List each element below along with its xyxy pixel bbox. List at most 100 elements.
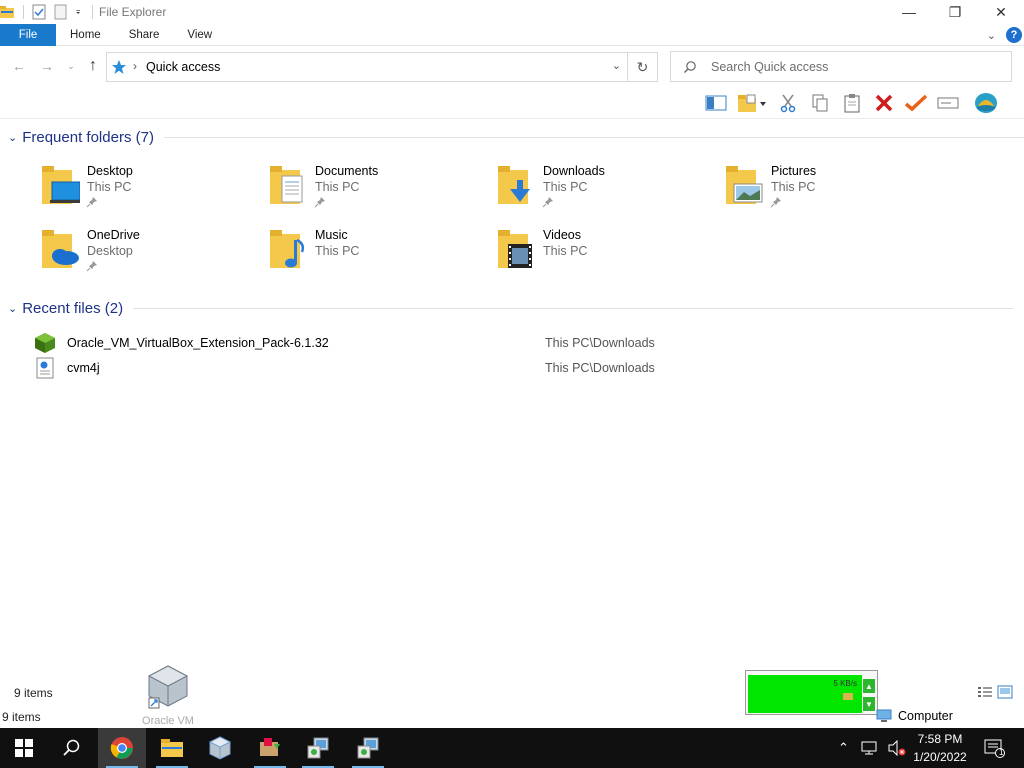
taskbar-setup-app-1[interactable] [294, 728, 342, 768]
folder-tile-videos[interactable]: Videos This PC [496, 226, 706, 282]
preview-pane-icon [705, 95, 727, 111]
collapse-chevron-icon[interactable]: ⌄ [8, 131, 17, 144]
taskbar-installer-app[interactable] [246, 728, 294, 768]
select-checkmark-button[interactable] [900, 88, 932, 118]
recent-files-header[interactable]: ⌄ Recent files (2) [8, 300, 1014, 317]
up-button[interactable]: ↑ [84, 57, 102, 75]
tab-home[interactable]: Home [56, 24, 115, 46]
toolbar-divider [0, 118, 1024, 119]
details-view-icon[interactable] [977, 685, 993, 699]
copy-button[interactable] [804, 88, 836, 118]
properties-icon[interactable] [31, 4, 47, 20]
folder-tile-pictures[interactable]: Pictures This PC [724, 162, 934, 218]
taskbar-clock[interactable]: 7:58 PM 1/20/2022 [908, 730, 972, 766]
tab-file[interactable]: File [0, 23, 56, 46]
list-item[interactable]: cvm4j This PC\Downloads [34, 357, 674, 379]
clock-time: 7:58 PM [917, 732, 963, 746]
delete-button[interactable] [868, 88, 900, 118]
desktop-folder-icon [42, 166, 80, 204]
network-meter-down-button[interactable]: ▼ [863, 697, 875, 711]
computer-zone-indicator: Computer [876, 709, 953, 723]
folder-name: Desktop [87, 164, 133, 178]
new-folder-qa-icon[interactable] [53, 4, 69, 20]
taskbar-setup-app-2[interactable] [344, 728, 392, 768]
search-taskbar-button[interactable] [48, 728, 96, 768]
custom-toolbar [700, 88, 1002, 118]
volume-muted-icon[interactable] [887, 740, 907, 756]
title-separator [92, 5, 93, 19]
pin-icon[interactable] [770, 196, 782, 208]
network-thumbs-icon [843, 693, 853, 700]
list-item[interactable]: Oracle_VM_VirtualBox_Extension_Pack-6.1.… [34, 332, 674, 354]
large-icons-view-icon[interactable] [997, 685, 1013, 699]
new-folder-button[interactable] [732, 88, 772, 118]
folder-tile-downloads[interactable]: Downloads This PC [496, 162, 706, 218]
network-meter-widget[interactable]: 5 KB/s ▲ ▼ [745, 670, 878, 715]
expand-ribbon-chevron-icon[interactable]: ⌄ [987, 29, 996, 42]
frequent-folders-header[interactable]: ⌄ Frequent folders (7) [8, 129, 1024, 146]
ribbon-tabs: File Home Share View ⌄ ? [0, 23, 1024, 46]
start-button[interactable] [0, 728, 48, 768]
rename-button[interactable] [932, 88, 964, 118]
pin-icon[interactable] [542, 196, 554, 208]
taskbar-file-explorer[interactable] [148, 728, 196, 768]
preview-pane-button[interactable] [700, 88, 732, 118]
shell-button[interactable] [970, 88, 1002, 118]
action-center-button[interactable]: 1 [974, 728, 1014, 768]
taskbar: ⌃ 1 [0, 728, 1024, 768]
recent-file-path: This PC\Downloads [545, 361, 655, 375]
maximize-button[interactable]: ❐ [932, 0, 978, 24]
folder-tile-onedrive[interactable]: OneDrive Desktop [40, 226, 250, 282]
close-button[interactable]: ✕ [978, 0, 1024, 24]
paste-button[interactable] [836, 88, 868, 118]
address-path[interactable]: Quick access [146, 60, 220, 74]
search-input[interactable]: Search Quick access [670, 51, 1012, 82]
tab-share[interactable]: Share [115, 24, 174, 46]
folder-tile-desktop[interactable]: Desktop This PC [40, 162, 250, 218]
network-icon[interactable] [861, 740, 879, 756]
explorer-app-icon[interactable] [0, 4, 16, 20]
customize-qa-dropdown-icon[interactable] [75, 4, 85, 20]
collapse-chevron-icon[interactable]: ⌄ [8, 302, 17, 315]
qa-separator [23, 5, 24, 19]
delete-x-icon [875, 94, 893, 112]
checkmark-icon [904, 94, 928, 112]
back-button[interactable]: ← [10, 57, 28, 75]
breadcrumb-chevron-icon[interactable]: › [133, 59, 137, 73]
network-meter-up-button[interactable]: ▲ [863, 679, 875, 693]
address-dropdown-chevron-icon[interactable]: ⌄ [612, 59, 621, 72]
document-file-icon [36, 357, 54, 379]
folder-tile-documents[interactable]: Documents This PC [268, 162, 478, 218]
tab-view[interactable]: View [173, 24, 226, 46]
address-bar[interactable]: › Quick access ⌄ ↻ [106, 52, 658, 82]
cut-button[interactable] [772, 88, 804, 118]
videos-folder-icon [498, 230, 532, 268]
status-item-count: 9 items [14, 686, 53, 700]
file-explorer-window: File Explorer — ❐ ✕ File Home Share View… [0, 0, 1024, 768]
computer-label: Computer [898, 709, 953, 723]
recent-locations-chevron-icon[interactable]: ⌄ [62, 57, 80, 75]
rename-field-icon [937, 97, 959, 109]
folder-name: Documents [315, 164, 379, 178]
taskbar-chrome[interactable] [98, 728, 146, 768]
help-button[interactable]: ? [1006, 27, 1022, 43]
search-icon [684, 61, 696, 73]
folder-location: This PC [315, 244, 360, 258]
folder-name: Videos [543, 228, 581, 242]
folder-tile-music[interactable]: Music This PC [268, 226, 478, 282]
taskbar-virtualbox[interactable] [196, 728, 244, 768]
minimize-button[interactable]: — [886, 0, 932, 24]
scissors-icon [780, 94, 796, 113]
ribbon-right-controls: ⌄ ? [987, 24, 1022, 46]
setup-computer-icon [307, 737, 329, 759]
forward-button[interactable]: → [38, 57, 56, 75]
pin-icon[interactable] [314, 196, 326, 208]
show-hidden-icons-chevron-icon[interactable]: ⌃ [838, 740, 849, 756]
pin-icon[interactable] [86, 196, 98, 208]
desktop-icon-oracle-vm[interactable]: Oracle VM [140, 664, 196, 727]
refresh-button[interactable]: ↻ [627, 53, 657, 81]
folder-location: This PC [87, 180, 132, 194]
group-divider [163, 137, 1024, 138]
clock-date: 1/20/2022 [913, 750, 967, 764]
pin-icon[interactable] [86, 260, 98, 272]
